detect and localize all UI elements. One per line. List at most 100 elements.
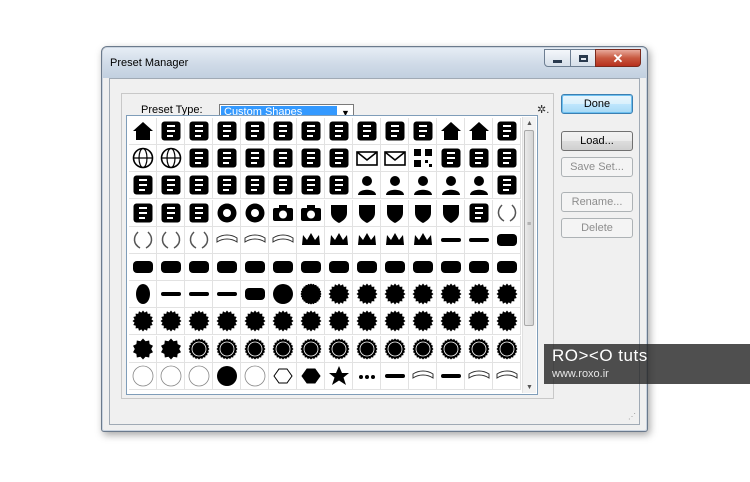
shape-label-arrow[interactable]: [353, 253, 381, 281]
shape-seal-44[interactable]: [381, 308, 409, 336]
shape-phone-keypad[interactable]: [241, 145, 269, 173]
shape-banner-flag[interactable]: [409, 362, 437, 390]
shape-quill[interactable]: [493, 172, 521, 200]
shape-person-desk[interactable]: [437, 172, 465, 200]
shape-bar-ornate[interactable]: [213, 281, 241, 309]
shape-label-cloud[interactable]: [269, 253, 297, 281]
shape-label-tag[interactable]: [437, 253, 465, 281]
shape-at-sign[interactable]: [325, 145, 353, 173]
shape-label-oval[interactable]: [129, 253, 157, 281]
shape-gplus-circle[interactable]: [241, 172, 269, 200]
shape-ribbon-wave[interactable]: [269, 226, 297, 254]
shape-journal-logo[interactable]: [297, 118, 325, 145]
shape-crown-ornate[interactable]: [353, 226, 381, 254]
shape-seal-16[interactable]: [381, 281, 409, 309]
scroll-thumb[interactable]: ≡: [524, 130, 534, 326]
shape-gplus-text[interactable]: [325, 172, 353, 200]
shape-bolt[interactable]: [409, 118, 437, 145]
shape-twitter-square[interactable]: [157, 172, 185, 200]
shape-hexagon-outline[interactable]: [269, 362, 297, 390]
shape-facebook-square[interactable]: [465, 145, 493, 173]
shape-line-bracket[interactable]: [437, 362, 465, 390]
shape-banner-ribbon[interactable]: [465, 362, 493, 390]
shape-seal-28[interactable]: [157, 308, 185, 336]
shape-seal-12[interactable]: [325, 281, 353, 309]
load-button[interactable]: Load...: [561, 131, 633, 151]
shape-bar-thin[interactable]: [157, 281, 185, 309]
shape-logo-stripes[interactable]: [157, 118, 185, 145]
shape-facebook-f[interactable]: [493, 145, 521, 173]
shape-facebook-circle[interactable]: [437, 145, 465, 173]
shape-slash-logo[interactable]: [241, 118, 269, 145]
shape-fax[interactable]: [297, 145, 325, 173]
shape-person-tie[interactable]: [465, 172, 493, 200]
shape-label-rect[interactable]: [157, 253, 185, 281]
shape-bar-rounded[interactable]: [185, 281, 213, 309]
shape-crown-flat[interactable]: [409, 226, 437, 254]
shape-seal-ring-4[interactable]: [269, 335, 297, 363]
scroll-down-icon[interactable]: ▼: [523, 381, 536, 393]
shape-seal-52[interactable]: [493, 308, 521, 336]
shape-label-scroll[interactable]: [493, 226, 521, 254]
scroll-up-icon[interactable]: ▲: [523, 117, 536, 129]
shape-house-filled[interactable]: [465, 118, 493, 145]
shape-line-thin[interactable]: [381, 362, 409, 390]
shape-pen-nib[interactable]: [185, 199, 213, 227]
shape-label-bar[interactable]: [465, 253, 493, 281]
shape-envelope-filled[interactable]: [381, 145, 409, 173]
shape-label-notch[interactable]: [213, 253, 241, 281]
shape-circle-outline[interactable]: [129, 362, 157, 390]
shape-laurel-open[interactable]: [185, 226, 213, 254]
minimize-button[interactable]: [544, 49, 571, 67]
shape-pencil[interactable]: [129, 199, 157, 227]
shape-label-ribbon[interactable]: [381, 253, 409, 281]
shape-circle-thin[interactable]: [241, 362, 269, 390]
shape-flower-round[interactable]: [157, 335, 185, 363]
shape-flower-seal[interactable]: [129, 335, 157, 363]
shape-label-bracket[interactable]: [241, 253, 269, 281]
shape-laurel[interactable]: [493, 199, 521, 227]
shape-seal-ring-10[interactable]: [437, 335, 465, 363]
shape-v-circle[interactable]: [381, 118, 409, 145]
shape-label-plate[interactable]: [325, 253, 353, 281]
shape-stars-row[interactable]: [353, 362, 381, 390]
shape-laurel-thin[interactable]: [157, 226, 185, 254]
shape-seal-ring[interactable]: [185, 335, 213, 363]
shape-seal-ring-2[interactable]: [213, 335, 241, 363]
shape-logo-lines[interactable]: [185, 118, 213, 145]
shape-seal-ring-7[interactable]: [353, 335, 381, 363]
shape-z-logo[interactable]: [269, 118, 297, 145]
shape-shield-wide[interactable]: [437, 199, 465, 227]
shape-seal-32[interactable]: [213, 308, 241, 336]
shape-twitter-bird[interactable]: [185, 172, 213, 200]
shape-seal-ring-8[interactable]: [381, 335, 409, 363]
shape-seal-30[interactable]: [185, 308, 213, 336]
shape-seal-38[interactable]: [297, 308, 325, 336]
shape-printer[interactable]: [269, 145, 297, 173]
shape-label-ellipse[interactable]: [297, 253, 325, 281]
rename-button[interactable]: Rename...: [561, 192, 633, 212]
shape-seal-20[interactable]: [437, 281, 465, 309]
shape-shield-diagonal[interactable]: [353, 199, 381, 227]
shape-banner-curl[interactable]: [493, 362, 521, 390]
shape-seal-46[interactable]: [409, 308, 437, 336]
shape-circle[interactable]: [269, 281, 297, 309]
shape-house[interactable]: [437, 118, 465, 145]
shape-label-frame[interactable]: [409, 253, 437, 281]
shape-seal-14[interactable]: [353, 281, 381, 309]
shape-seal-ring-11[interactable]: [465, 335, 493, 363]
shape-plaque[interactable]: [241, 281, 269, 309]
shape-gplus-square[interactable]: [269, 172, 297, 200]
shape-ribbon-banner[interactable]: [213, 226, 241, 254]
shape-label-wave[interactable]: [493, 253, 521, 281]
shape-chain-link[interactable]: [493, 118, 521, 145]
shape-oval[interactable]: [129, 281, 157, 309]
shape-seal-ring-9[interactable]: [409, 335, 437, 363]
shape-divider-ornate[interactable]: [437, 226, 465, 254]
save-set-button[interactable]: Save Set...: [561, 157, 633, 177]
shape-v-shield[interactable]: [353, 118, 381, 145]
shape-seal-26[interactable]: [129, 308, 157, 336]
shape-feather[interactable]: [157, 199, 185, 227]
shape-globe[interactable]: [129, 145, 157, 173]
shape-mobile[interactable]: [213, 145, 241, 173]
